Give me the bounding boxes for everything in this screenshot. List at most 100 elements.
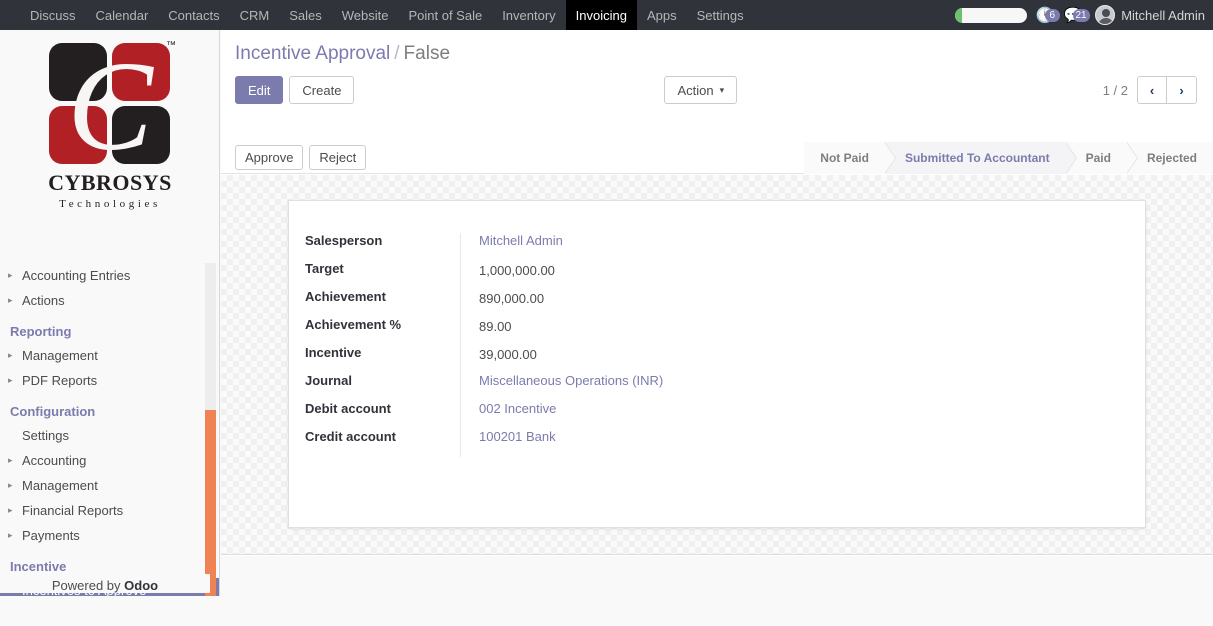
sidebar-item-management[interactable]: ▸ Management bbox=[0, 343, 219, 368]
username-label: Mitchell Admin bbox=[1121, 7, 1205, 23]
avatar bbox=[1095, 5, 1116, 25]
top-navbar: Discuss Calendar Contacts CRM Sales Website Po… bbox=[0, 0, 1213, 30]
menu-item-sales[interactable]: Sales bbox=[279, 0, 332, 30]
field-label-debit-account: Debit account bbox=[305, 401, 391, 416]
stage-arrow-fill bbox=[1125, 141, 1137, 174]
breadcrumb-root[interactable]: Incentive Approval bbox=[235, 43, 390, 64]
field-label-journal: Journal bbox=[305, 373, 352, 388]
menu-item-invoicing[interactable]: Invoicing bbox=[565, 0, 637, 30]
company-logo: C ™ CYBROSYS Technologies bbox=[0, 30, 219, 218]
messaging-menu[interactable]: 💬 21 bbox=[1064, 8, 1090, 23]
sidebar-label: Financial Reports bbox=[22, 503, 124, 518]
company-tagline: Technologies bbox=[59, 198, 161, 210]
sidebar-item-settings[interactable]: ▸Settings bbox=[0, 423, 219, 448]
menu-item-crm[interactable]: CRM bbox=[230, 0, 280, 30]
edit-button[interactable]: Edit bbox=[235, 76, 284, 104]
sidebar-label: Reporting bbox=[10, 324, 72, 339]
field-value-credit-account[interactable]: 100201 Bank bbox=[461, 429, 663, 457]
create-button[interactable]: Create bbox=[289, 76, 355, 104]
workflow-buttons: Approve Reject bbox=[235, 145, 367, 170]
field-value-salesperson[interactable]: Mitchell Admin bbox=[461, 233, 663, 261]
field-label-achievement: Achievement % bbox=[305, 317, 402, 332]
sidebar-item-financial-reports[interactable]: ▸ Financial Reports bbox=[0, 498, 219, 523]
menu-item-point-of-sale[interactable]: Point of Sale bbox=[398, 0, 492, 30]
status-stage-label: Submitted To Accountant bbox=[904, 150, 1050, 165]
sidebar-label: Management bbox=[22, 478, 98, 493]
sidebar-section-reporting: ▸Reporting bbox=[0, 313, 219, 343]
powered-by-text: Powered by bbox=[51, 578, 125, 593]
menu-item-inventory[interactable]: Inventory bbox=[492, 0, 565, 30]
form-canvas: Salesperson Mitchell Admin Target 1,000,000… bbox=[221, 175, 1213, 555]
action-dropdown[interactable]: Action ▾ bbox=[664, 76, 738, 104]
logo-mark: C ™ bbox=[46, 40, 176, 168]
status-stage-not-paid[interactable]: Not Paid bbox=[804, 141, 896, 174]
breadcrumb: Incentive Approval / False bbox=[235, 42, 1197, 66]
sidebar-item-accounting-entries[interactable]: ▸ Accounting Entries bbox=[0, 263, 219, 288]
trademark-symbol: ™ bbox=[166, 40, 176, 51]
status-stage-label: Paid bbox=[1085, 150, 1111, 165]
sidebar-item-pdf-reports[interactable]: ▸ PDF Reports bbox=[0, 368, 219, 393]
sidebar-section-configuration: ▸Configuration bbox=[0, 393, 219, 423]
status-stage-rejected[interactable]: Rejected bbox=[1126, 141, 1213, 174]
sidebar-item-payments[interactable]: ▸ Payments bbox=[0, 523, 219, 548]
field-row: Achievement 890,000.00 bbox=[305, 289, 663, 317]
form-sheet: Salesperson Mitchell Admin Target 1,000,000… bbox=[288, 200, 1146, 528]
main-content: Incentive Approval / False Edit Create Act… bbox=[221, 30, 1213, 626]
chevron-down-icon: ▾ bbox=[719, 84, 725, 95]
sidebar-scrollbar-thumb[interactable] bbox=[205, 410, 216, 596]
field-value-achievement: 89.00 bbox=[479, 319, 512, 334]
approve-button[interactable]: Approve bbox=[235, 145, 304, 170]
activity-menu[interactable]: 🕑 6 bbox=[1036, 8, 1060, 23]
user-menu[interactable]: Mitchell Admin bbox=[1095, 5, 1205, 25]
field-row: Achievement % 89.00 bbox=[305, 317, 663, 345]
menu-item-website[interactable]: Website bbox=[332, 0, 399, 30]
chevron-right-icon: ▸ bbox=[8, 505, 13, 515]
chevron-right-icon: ▸ bbox=[8, 375, 13, 385]
field-value-incentive: 39,000.00 bbox=[479, 347, 537, 362]
field-value-debit-account[interactable]: 002 Incentive bbox=[461, 401, 663, 429]
field-value-achievement: 890,000.00 bbox=[479, 291, 545, 306]
field-row: Salesperson Mitchell Admin bbox=[305, 233, 663, 261]
status-pipeline: Not Paid Submitted To Accountant Paid Rejec… bbox=[804, 141, 1213, 174]
field-label-credit-account: Credit account bbox=[305, 429, 397, 444]
field-row: Target 1,000,000.00 bbox=[305, 261, 663, 289]
chevron-right-icon[interactable]: › bbox=[1167, 76, 1197, 104]
navbar-right-tools: 🕑 6 💬 21 Mitchell Admin bbox=[954, 0, 1213, 30]
pager-counter: 1 / 2 bbox=[1102, 82, 1128, 98]
field-label-salesperson: Salesperson bbox=[305, 233, 383, 248]
menu-item-settings[interactable]: Settings bbox=[687, 0, 754, 30]
sidebar-label: Accounting bbox=[22, 453, 87, 468]
progress-bar bbox=[954, 7, 1027, 23]
sidebar-label: Actions bbox=[22, 293, 65, 308]
status-stage-label: Rejected bbox=[1146, 150, 1197, 165]
field-value-journal[interactable]: Miscellaneous Operations (INR) bbox=[461, 373, 663, 401]
sidebar-label: Settings bbox=[22, 428, 69, 443]
control-panel: Incentive Approval / False Edit Create Act… bbox=[221, 30, 1213, 104]
logo-square-bottom-left bbox=[49, 106, 107, 164]
field-table-body: Salesperson Mitchell Admin Target 1,000,000… bbox=[305, 233, 663, 457]
status-stage-submitted-to-accountant[interactable]: Submitted To Accountant bbox=[884, 141, 1077, 174]
logo-square-bottom-right bbox=[112, 106, 170, 164]
chevron-right-icon: ▸ bbox=[8, 295, 13, 305]
menu-item-contacts[interactable]: Contacts bbox=[158, 0, 229, 30]
sidebar-item-accounting[interactable]: ▸ Accounting bbox=[0, 448, 219, 473]
control-panel-buttons: Edit Create Action ▾ 1 / 2 ‹ › bbox=[235, 76, 1197, 104]
status-stage-label: Not Paid bbox=[820, 150, 869, 165]
field-row: Journal Miscellaneous Operations (INR) bbox=[305, 373, 663, 401]
pager-buttons: ‹ › bbox=[1137, 76, 1197, 104]
menu-item-apps[interactable]: Apps bbox=[637, 0, 687, 30]
sidebar-item-management[interactable]: ▸ Management bbox=[0, 473, 219, 498]
sidebar-label: PDF Reports bbox=[22, 373, 98, 388]
odoo-brand[interactable]: Odoo bbox=[124, 578, 158, 593]
sidebar-menu: ▸Accounting Entries▸Actions▸Reporting▸Ma… bbox=[0, 263, 219, 596]
chevron-right-icon: ▸ bbox=[8, 350, 13, 360]
company-name: CYBROSYS bbox=[48, 170, 172, 195]
stage-arrow-fill bbox=[1064, 141, 1076, 174]
reject-button[interactable]: Reject bbox=[309, 145, 367, 170]
powered-by-footer: Powered by Odoo bbox=[0, 574, 210, 593]
field-row: Debit account 002 Incentive bbox=[305, 401, 663, 429]
chevron-left-icon[interactable]: ‹ bbox=[1137, 76, 1167, 104]
sidebar-item-actions[interactable]: ▸ Actions bbox=[0, 288, 219, 313]
menu-item-discuss[interactable]: Discuss bbox=[20, 0, 86, 30]
menu-item-calendar[interactable]: Calendar bbox=[86, 0, 159, 30]
